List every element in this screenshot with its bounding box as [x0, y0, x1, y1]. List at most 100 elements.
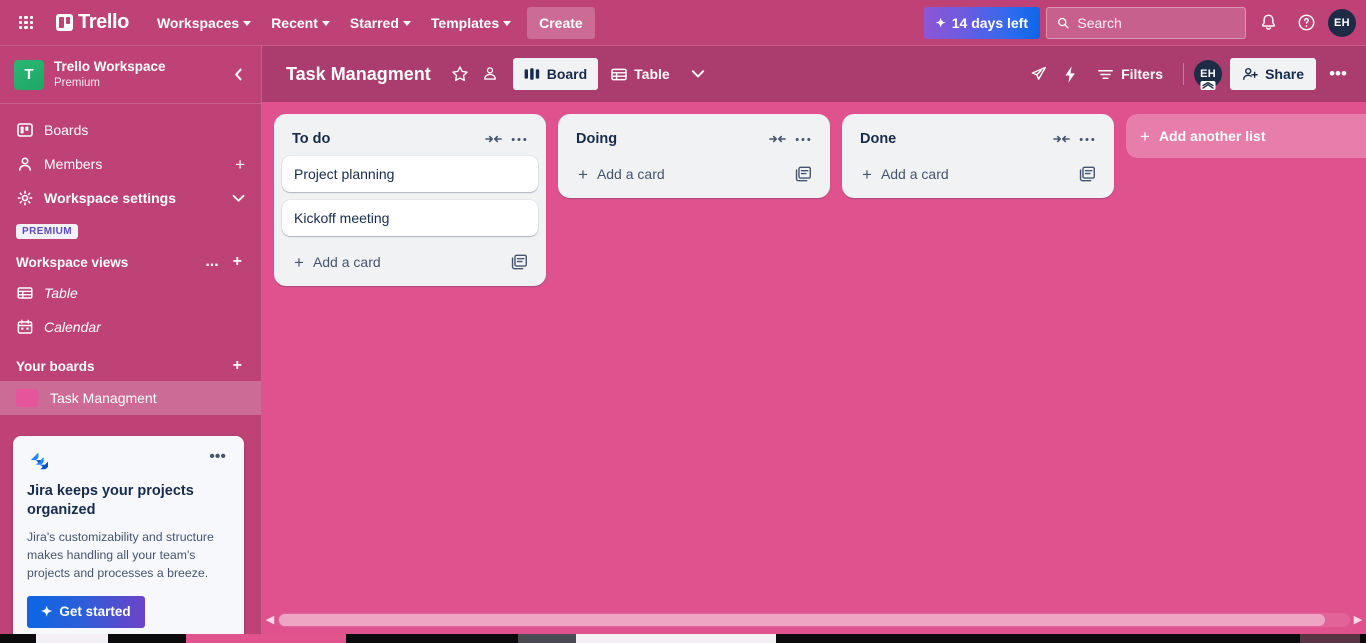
sidebar-item-boards-label: Boards: [44, 122, 89, 138]
jira-logo-icon: [27, 450, 51, 474]
gear-icon: [16, 190, 33, 206]
jira-get-started-label: Get started: [59, 604, 131, 620]
board-horizontal-scrollbar[interactable]: ◀ ▶: [262, 611, 1366, 629]
board-color-swatch: [16, 389, 38, 407]
add-member-button[interactable]: +: [235, 156, 245, 173]
jira-get-started-button[interactable]: ✦ Get started: [27, 595, 145, 628]
sidebar-nav-list: Boards Members + Workspace settings PREM…: [0, 104, 261, 381]
grid-apps-icon[interactable]: [10, 7, 42, 39]
sidebar-board-task-managment[interactable]: Task Managment: [0, 381, 261, 415]
notifications-button[interactable]: [1252, 7, 1284, 39]
card-kickoff-meeting[interactable]: Kickoff meeting: [282, 200, 538, 236]
chevron-right-icon[interactable]: ▶: [1352, 614, 1364, 626]
sidebar-view-calendar[interactable]: Calendar: [8, 311, 253, 343]
list-more-menu-button[interactable]: [790, 126, 816, 152]
sidebar-item-workspace-settings[interactable]: Workspace settings: [8, 182, 253, 214]
nav-item-starred-label: Starred: [349, 14, 399, 31]
add-card-label: Add a card: [880, 166, 949, 182]
list-doing-title: Doing: [576, 131, 618, 147]
nav-item-templates-label: Templates: [430, 14, 500, 31]
board-canvas: To do Project planning Kickoff meeting +…: [262, 102, 1366, 643]
sparkle-icon: ✦: [935, 15, 946, 30]
trial-days-left-label: 14 days left: [951, 14, 1028, 31]
workspace-views-add-button[interactable]: +: [230, 254, 245, 270]
sidebar-collapse-button[interactable]: [225, 62, 251, 88]
create-button[interactable]: Create: [527, 6, 595, 39]
board-more-menu-button[interactable]: •••: [1322, 58, 1354, 90]
collapse-list-icon[interactable]: [1048, 126, 1074, 152]
card-template-icon[interactable]: [1074, 161, 1100, 187]
board-lists-container: To do Project planning Kickoff meeting +…: [262, 102, 1366, 597]
tab-table-label: Table: [634, 66, 670, 82]
sparkle-icon: ✦: [41, 603, 53, 619]
board-header-right-group: Filters EH Share •••: [1023, 58, 1354, 90]
trial-days-left-badge[interactable]: ✦ 14 days left: [923, 6, 1040, 39]
scrollbar-thumb[interactable]: [279, 614, 1325, 626]
sidebar-view-calendar-label: Calendar: [44, 319, 101, 335]
board-member-avatar[interactable]: EH: [1194, 60, 1223, 90]
search-box[interactable]: [1046, 6, 1246, 39]
sidebar-item-boards[interactable]: Boards: [8, 114, 253, 146]
board-title: Task Managment: [286, 63, 431, 84]
add-another-list-button[interactable]: + Add another list: [1126, 114, 1366, 158]
scrollbar-track[interactable]: [278, 613, 1350, 627]
add-card-button[interactable]: + Add a card: [572, 158, 790, 190]
list-header: Doing: [566, 122, 822, 156]
premium-badge: PREMIUM: [16, 224, 79, 239]
share-button[interactable]: Share: [1230, 58, 1316, 90]
card-template-icon[interactable]: [506, 249, 532, 275]
tab-table[interactable]: Table: [600, 58, 681, 90]
more-horizontal-icon: [1079, 137, 1095, 141]
search-icon: [1058, 17, 1069, 28]
search-input[interactable]: [1077, 14, 1235, 31]
sidebar-item-members[interactable]: Members +: [8, 148, 253, 180]
nav-item-recent-label: Recent: [271, 14, 318, 31]
lightning-bolt-icon: [1065, 65, 1075, 83]
os-taskbar-strip: [0, 634, 1366, 643]
nav-item-templates[interactable]: Templates: [421, 7, 521, 39]
nav-item-workspaces[interactable]: Workspaces: [147, 7, 261, 39]
nav-item-recent[interactable]: Recent: [261, 7, 340, 39]
list-header: Done: [850, 122, 1106, 156]
nav-item-starred[interactable]: Starred: [340, 7, 421, 39]
board-view-tabs: Board Table: [512, 58, 713, 90]
filters-button[interactable]: Filters: [1087, 58, 1173, 90]
list-doing: Doing + Add a card: [558, 114, 830, 198]
user-avatar[interactable]: EH: [1328, 8, 1356, 37]
add-card-button[interactable]: + Add a card: [856, 158, 1074, 190]
workspace-name: Trello Workspace: [54, 58, 166, 74]
chevron-down-icon: [243, 21, 252, 26]
star-board-button[interactable]: [445, 59, 475, 89]
card-title: Project planning: [294, 166, 395, 182]
calendar-icon: [16, 319, 33, 335]
chevron-left-icon[interactable]: ◀: [264, 614, 276, 626]
tab-board[interactable]: Board: [512, 58, 599, 90]
sidebar-view-table[interactable]: Table: [8, 277, 253, 309]
jira-promo-card: ••• Jira keeps your projects organized J…: [13, 436, 244, 643]
view-tabs-chevron-button[interactable]: [683, 59, 713, 89]
list-more-menu-button[interactable]: [506, 126, 532, 152]
grid-apps-glyph: [19, 15, 33, 30]
board-automation-button[interactable]: [1055, 59, 1085, 89]
chevron-down-icon[interactable]: [232, 194, 245, 203]
card-project-planning[interactable]: Project planning: [282, 156, 538, 192]
workspace-visible-icon: [483, 67, 496, 80]
list-to-do: To do Project planning Kickoff meeting +…: [274, 114, 546, 286]
trello-logo[interactable]: Trello: [50, 7, 135, 38]
taskbar-segment: [576, 634, 776, 643]
card-template-icon[interactable]: [790, 161, 816, 187]
more-horizontal-icon[interactable]: •••: [205, 449, 230, 465]
help-button[interactable]: [1290, 7, 1322, 39]
workspace-views-more-button[interactable]: ...: [202, 254, 221, 270]
board-visibility-button[interactable]: [475, 59, 505, 89]
create-board-button[interactable]: +: [230, 358, 245, 374]
add-card-button[interactable]: + Add a card: [288, 246, 506, 278]
collapse-list-icon[interactable]: [764, 126, 790, 152]
list-footer: + Add a card: [850, 156, 1106, 190]
board-rocket-button[interactable]: [1023, 59, 1053, 89]
collapse-list-icon[interactable]: [480, 126, 506, 152]
workspace-meta: Trello Workspace Premium: [54, 59, 215, 90]
taskbar-segment: [518, 634, 576, 643]
list-more-menu-button[interactable]: [1074, 126, 1100, 152]
board-icon: [16, 122, 33, 138]
